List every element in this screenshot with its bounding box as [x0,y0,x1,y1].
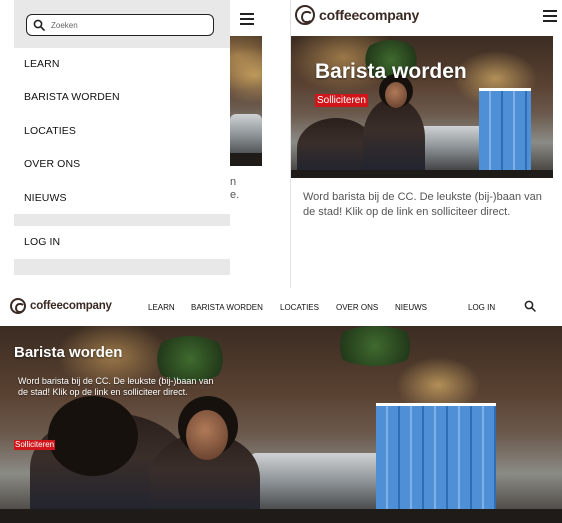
search-box[interactable] [26,14,214,36]
menu-item-over-ons[interactable]: OVER ONS [24,158,80,170]
hero-image-behind-menu [230,36,262,166]
menu-footer-bar [14,259,230,275]
nav-item-nieuws[interactable]: NIEUWS [395,303,427,312]
brand-logo[interactable]: coffeecompany [295,5,419,25]
search-input[interactable] [51,20,201,30]
mobile-menu-view: ne. LEARN BARISTA WORDEN LOCATIES OVER O… [0,0,262,288]
cup-stack-shape [479,88,531,178]
nav-item-locaties[interactable]: LOCATIES [280,303,319,312]
menu-drawer: LEARN BARISTA WORDEN LOCATIES OVER ONS N… [14,0,230,275]
hero-description: Word barista bij de CC. De leukste (bij-… [303,191,542,218]
cup-stack-shape [376,403,496,523]
site-header: coffeecompany LEARN BARISTA WORDEN LOCAT… [0,288,562,326]
hamburger-menu-icon[interactable] [535,1,562,31]
menu-item-nieuws[interactable]: NIEUWS [24,192,67,204]
menu-item-locaties[interactable]: LOCATIES [24,125,76,137]
hero-description: Word barista bij de CC. De leukste (bij-… [18,376,214,397]
solliciteren-button[interactable]: Solliciteren [315,94,368,107]
counter-shape [291,170,553,178]
counter-shape [0,509,562,523]
mobile-page-view: coffeecompany Barista worden Sollicitere… [290,0,562,288]
menu-item-learn[interactable]: LEARN [24,58,60,70]
hero-title: Barista worden [14,344,123,361]
brand-logo[interactable]: coffeecompany [10,298,112,314]
barista-shape [363,98,425,178]
brand-name: coffeecompany [30,300,112,312]
hair-shape [48,396,138,476]
search-area [14,0,230,48]
hero-title: Barista worden [315,60,467,83]
hamburger-menu-icon[interactable] [232,4,262,34]
nav-item-over-ons[interactable]: OVER ONS [336,303,378,312]
nav-item-learn[interactable]: LEARN [148,303,175,312]
menu-item-log-in[interactable]: LOG IN [24,236,60,248]
menu-divider [14,214,230,226]
brand-name: coffeecompany [319,7,420,23]
search-icon[interactable] [524,300,536,312]
desktop-page-view: coffeecompany LEARN BARISTA WORDEN LOCAT… [0,288,562,523]
description-behind-menu: n e. [230,176,240,201]
hero-image [291,36,553,178]
search-icon [33,19,45,31]
face-shape [186,410,228,460]
coffeecompany-logo-icon [10,298,26,314]
counter-shape [230,153,262,166]
nav-item-log-in[interactable]: LOG IN [468,303,495,312]
solliciteren-button[interactable]: Solliciteren [14,440,56,450]
plant-shape [330,326,420,366]
face-shape [385,82,407,108]
nav-item-barista-worden[interactable]: BARISTA WORDEN [191,303,263,312]
menu-item-barista-worden[interactable]: BARISTA WORDEN [24,91,120,103]
coffeecompany-logo-icon [295,5,315,25]
